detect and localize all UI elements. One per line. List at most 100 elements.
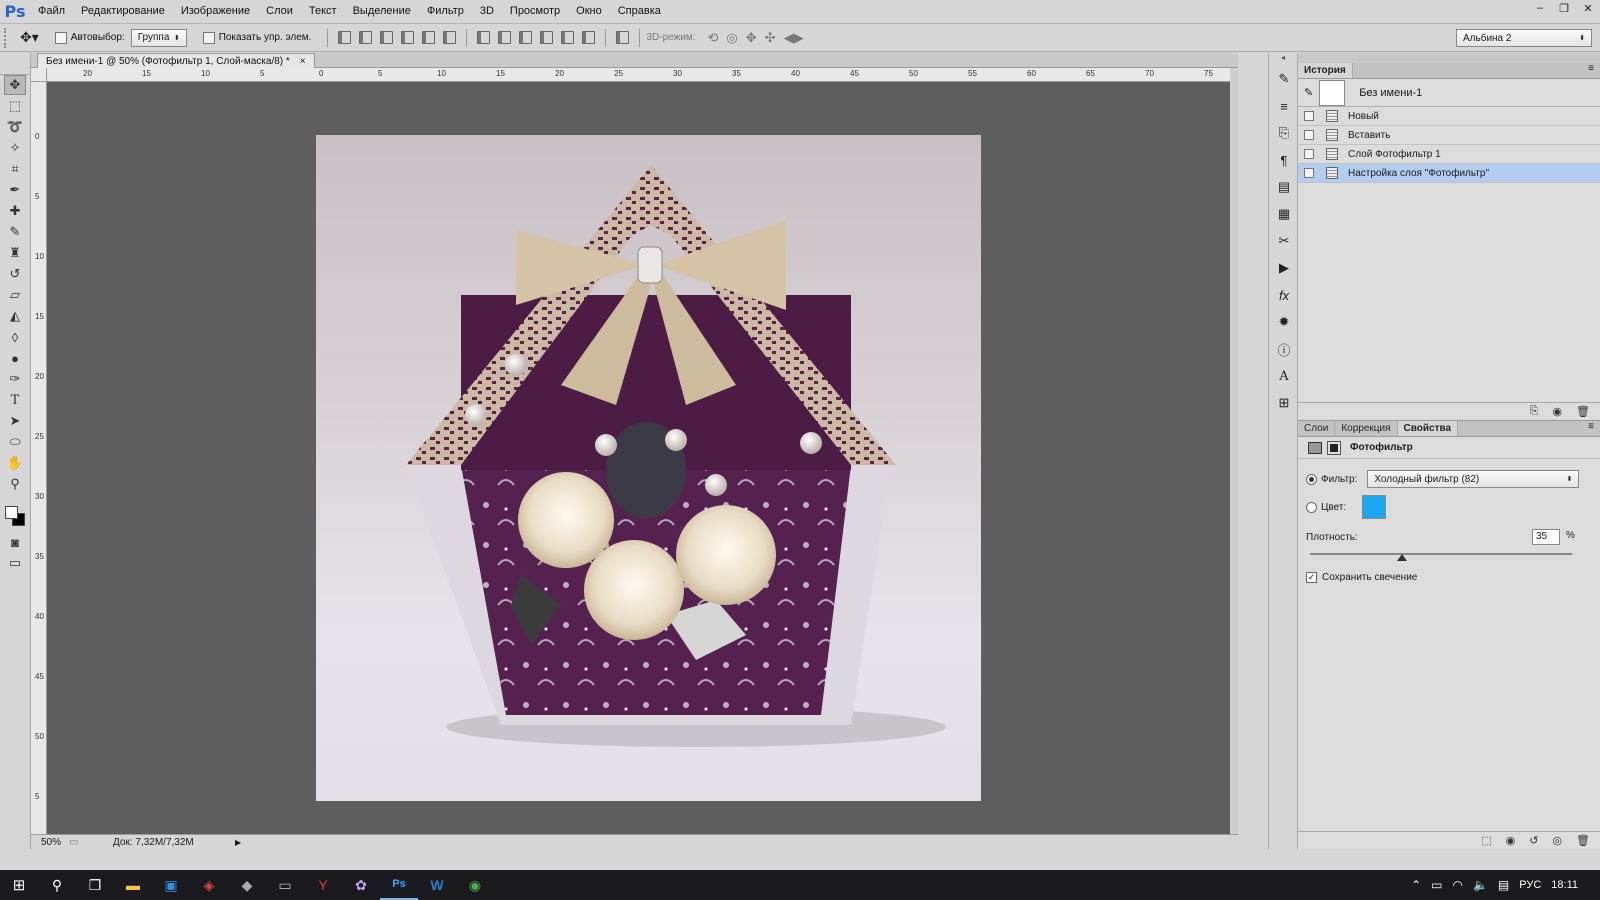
delete-adjustment-icon[interactable]: 🗑 (1576, 834, 1590, 847)
word-icon[interactable]: W (418, 870, 456, 900)
notifications-icon[interactable]: ▤ (1498, 878, 1509, 892)
dock-collapse-icon[interactable]: ◂ (1269, 53, 1297, 63)
toggle-visibility-icon[interactable]: ◎ (1552, 834, 1562, 847)
document-canvas-image[interactable] (316, 135, 981, 801)
panel-menu-icon[interactable]: ≡ (1588, 421, 1600, 436)
history-item[interactable]: Вставить (1298, 126, 1600, 145)
align-top-icon[interactable] (338, 31, 352, 44)
distribute-hcenter-icon[interactable] (561, 31, 575, 44)
brush-tool-icon[interactable]: ✎ (4, 222, 26, 242)
color-radio[interactable] (1306, 501, 1317, 513)
blur-tool-icon[interactable]: ◊ (4, 327, 26, 347)
menu-3d[interactable]: 3D (472, 0, 502, 23)
move-tool-icon[interactable]: ✥ (4, 75, 26, 95)
windows-start-icon[interactable]: ⊞ (0, 870, 38, 900)
ellipse-tool-icon[interactable]: ⬭ (4, 432, 26, 452)
clock[interactable]: 18:11 (1551, 879, 1578, 891)
yandex-browser-icon[interactable]: Y (304, 870, 342, 900)
vertical-scrollbar[interactable] (1230, 68, 1238, 834)
info-icon[interactable]: ⓘ (1273, 338, 1295, 360)
task-view-icon[interactable]: ❐ (76, 870, 114, 900)
color-swatches[interactable] (0, 498, 30, 532)
tab-properties[interactable]: Свойства (1397, 421, 1459, 436)
density-slider[interactable] (1310, 549, 1572, 563)
eyedropper-tool-icon[interactable]: ✒ (4, 180, 26, 200)
history-item[interactable]: Новый (1298, 107, 1600, 126)
workspace-select[interactable]: Альбина 2 ⬍ (1456, 29, 1592, 47)
panel-menu-icon[interactable]: ≡ (1588, 63, 1600, 78)
foreground-color-swatch[interactable] (5, 506, 18, 519)
reset-adjustment-icon[interactable]: ↺ (1529, 834, 1538, 847)
lasso-tool-icon[interactable]: ➰ (4, 117, 26, 137)
app-colorful-icon[interactable]: ✿ (342, 870, 380, 900)
view-previous-state-icon[interactable]: ◉ (1506, 834, 1516, 847)
filter-color-swatch[interactable] (1362, 495, 1387, 519)
eraser-tool-icon[interactable]: ▱ (4, 285, 26, 305)
volume-icon[interactable]: 🔈 (1473, 878, 1488, 892)
ruler-corner[interactable] (31, 68, 47, 82)
history-brush-tool-icon[interactable]: ↺ (4, 264, 26, 284)
clip-to-layer-icon[interactable]: ⬚ (1481, 834, 1491, 847)
history-brush-source-icon[interactable]: ✎ (1304, 86, 1313, 99)
align-vcenter-icon[interactable] (359, 31, 373, 44)
dodge-tool-icon[interactable]: ● (4, 348, 26, 368)
tab-history[interactable]: История (1298, 63, 1353, 78)
restore-icon[interactable]: ❐ (1552, 0, 1576, 16)
pan-3d-icon[interactable]: ✥ (746, 30, 757, 46)
history-item[interactable]: Слой Фотофильтр 1 (1298, 145, 1600, 164)
quick-select-tool-icon[interactable]: ✧ (4, 138, 26, 158)
adjustments-icon[interactable]: ✹ (1273, 311, 1295, 333)
move-tool-preset-icon[interactable]: ✥▾ (20, 29, 39, 46)
marquee-tool-icon[interactable]: ⬚ (4, 96, 26, 116)
menu-image[interactable]: Изображение (173, 0, 258, 23)
close-window-icon[interactable]: ✕ (1576, 0, 1600, 16)
distribute-right-icon[interactable] (582, 31, 596, 44)
align-right-icon[interactable] (443, 31, 457, 44)
delete-state-icon[interactable]: 🗑 (1576, 405, 1590, 418)
options-grip[interactable] (4, 27, 10, 48)
healing-brush-tool-icon[interactable]: ✚ (4, 201, 26, 221)
stamp-tool-icon[interactable]: ♜ (4, 243, 26, 263)
paint-bucket-tool-icon[interactable]: ◭ (4, 306, 26, 326)
minimize-icon[interactable]: – (1528, 0, 1552, 16)
quick-mask-icon[interactable]: ◙ (4, 532, 26, 552)
history-snapshot[interactable]: ✎ Без имени-1 (1298, 79, 1600, 107)
history-source-box[interactable] (1304, 111, 1314, 121)
file-explorer-icon[interactable]: ▬ (114, 870, 152, 900)
menu-window[interactable]: Окно (568, 0, 610, 23)
menu-select[interactable]: Выделение (345, 0, 419, 23)
autoselect-select[interactable]: Группа ⬍ (130, 28, 187, 47)
photoshop-taskbar-icon[interactable]: Ps (380, 870, 418, 900)
history-item-selected[interactable]: Настройка слоя "Фотофильтр" (1298, 164, 1600, 183)
actions-play-icon[interactable]: ▶ (1273, 257, 1295, 279)
navigator-icon[interactable]: ⊞ (1273, 392, 1295, 414)
app-red-icon[interactable]: ◈ (190, 870, 228, 900)
distribute-vcenter-icon[interactable] (498, 31, 512, 44)
autoselect-checkbox[interactable] (54, 31, 67, 44)
history-source-box[interactable] (1304, 168, 1314, 178)
distribute-bottom-icon[interactable] (519, 31, 533, 44)
keyboard-app-icon[interactable]: ▭ (266, 870, 304, 900)
menu-layers[interactable]: Слои (258, 0, 301, 23)
zoom-tool-icon[interactable]: ⚲ (4, 474, 26, 494)
roll-3d-icon[interactable]: ◎ (726, 30, 737, 46)
app-dark-icon[interactable]: ◆ (228, 870, 266, 900)
close-tab-icon[interactable]: × (300, 56, 306, 67)
new-document-from-state-icon[interactable]: ⎘ (1530, 405, 1539, 418)
clone-source-icon[interactable]: ⎘ (1273, 122, 1295, 144)
menu-file[interactable]: Файл (30, 0, 73, 23)
type-tool-icon[interactable]: T (4, 390, 26, 410)
wifi-icon[interactable]: ◠ (1452, 878, 1462, 892)
tools-grip[interactable] (0, 53, 30, 75)
crop-tool-icon[interactable]: ⌗ (4, 159, 26, 179)
history-source-box[interactable] (1304, 130, 1314, 140)
brush-presets-icon[interactable]: ✎ (1273, 68, 1295, 90)
distribute-top-icon[interactable] (477, 31, 491, 44)
filter-radio[interactable] (1306, 473, 1317, 485)
battery-icon[interactable]: ▭ (1431, 878, 1442, 892)
scale-3d-icon[interactable]: ◀▶ (784, 30, 804, 46)
document-tab[interactable]: Без имени-1 @ 50% (Фотофильтр 1, Слой-ма… (37, 53, 315, 68)
menu-edit[interactable]: Редактирование (73, 0, 173, 23)
history-icon[interactable]: ▦ (1273, 203, 1295, 225)
pen-tool-icon[interactable]: ✑ (4, 369, 26, 389)
